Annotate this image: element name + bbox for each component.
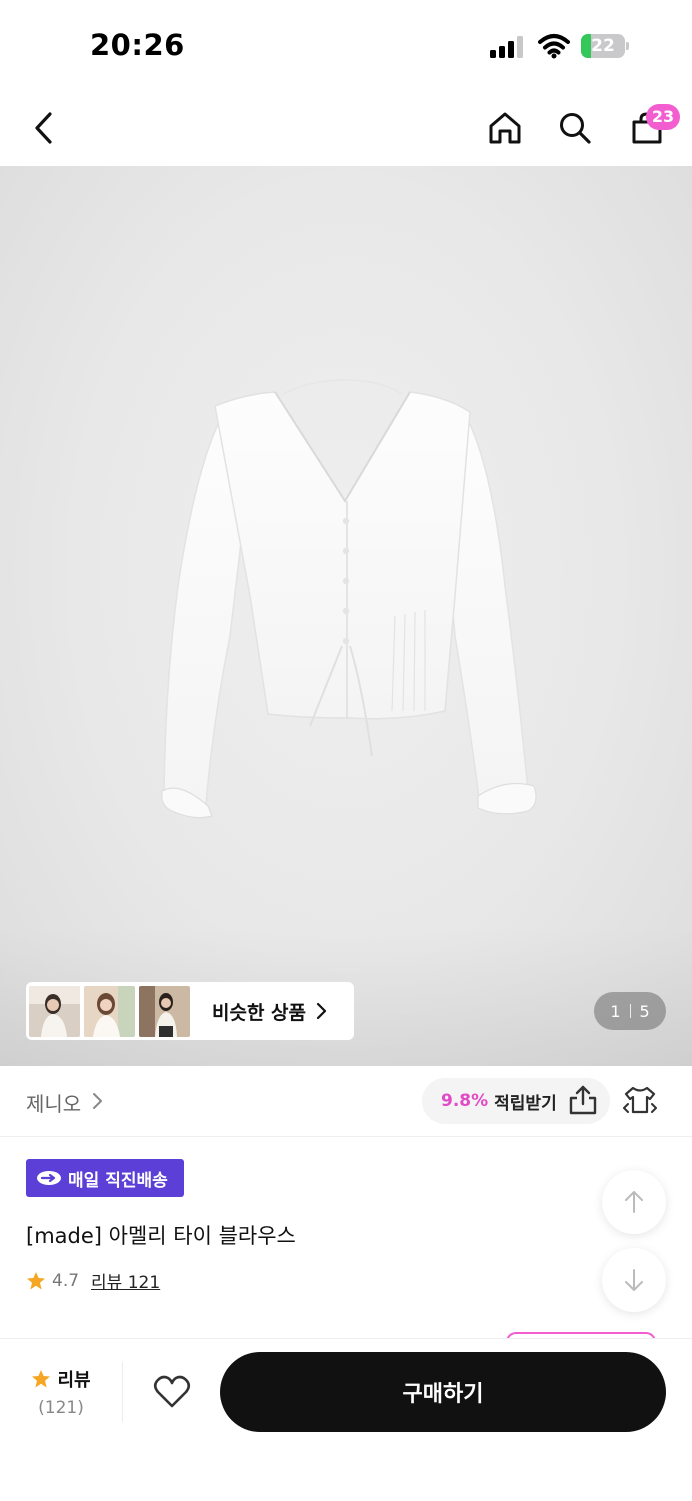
image-page-indicator: 1 5 bbox=[594, 992, 666, 1030]
chevron-right-icon bbox=[316, 1002, 327, 1020]
heart-icon bbox=[153, 1375, 191, 1408]
page-total: 5 bbox=[639, 1001, 650, 1021]
status-time: 20:26 bbox=[90, 28, 185, 62]
product-image-gallery[interactable] bbox=[0, 166, 692, 1066]
chevron-left-icon bbox=[35, 112, 52, 144]
similar-products-button[interactable]: 비슷한 상품 bbox=[26, 982, 354, 1040]
daily-direct-delivery-badge: 매일 직진배송 bbox=[26, 1159, 184, 1197]
product-title: [made] 아멜리 타이 블라우스 bbox=[26, 1224, 296, 1248]
cart-count-badge: 23 bbox=[646, 104, 680, 130]
scroll-up-button[interactable] bbox=[602, 1170, 666, 1234]
wifi-icon bbox=[538, 34, 570, 59]
outfit-hanger-icon[interactable] bbox=[622, 1084, 658, 1116]
points-label: 적립받기 bbox=[494, 1093, 557, 1114]
similar-product-thumbnail bbox=[84, 985, 135, 1037]
review-summary-button[interactable]: 리뷰 (121) bbox=[20, 1366, 102, 1418]
rating-value: 4.7 bbox=[52, 1270, 80, 1291]
similar-product-thumbnail bbox=[139, 985, 190, 1037]
review-summary-label: 리뷰 bbox=[57, 1370, 91, 1391]
home-button[interactable] bbox=[477, 100, 533, 156]
review-summary-count: (121) bbox=[38, 1398, 84, 1418]
status-bar: 20:26 22 bbox=[0, 0, 692, 92]
wishlist-button[interactable] bbox=[148, 1368, 196, 1416]
arrow-down-icon bbox=[625, 1269, 643, 1291]
star-icon bbox=[32, 1370, 51, 1388]
home-icon bbox=[489, 112, 521, 144]
share-icon[interactable] bbox=[568, 1084, 598, 1116]
points-rate: 9.8% bbox=[441, 1091, 489, 1111]
chevron-right-icon[interactable] bbox=[92, 1092, 104, 1110]
arrow-up-icon bbox=[625, 1191, 643, 1213]
back-button[interactable] bbox=[16, 100, 72, 156]
top-navigation bbox=[0, 92, 692, 166]
search-button[interactable] bbox=[547, 100, 603, 156]
search-icon bbox=[560, 113, 591, 144]
rating-row: 4.7 리뷰 121 bbox=[26, 1268, 160, 1293]
divider bbox=[122, 1362, 123, 1422]
cellular-signal-icon bbox=[490, 36, 523, 58]
page-current: 1 bbox=[610, 1001, 621, 1021]
review-count-link[interactable]: 리뷰 121 bbox=[91, 1268, 160, 1293]
delivery-logo-icon bbox=[37, 1171, 61, 1185]
brand-name-link[interactable]: 제니오 bbox=[26, 1088, 81, 1117]
star-icon bbox=[27, 1271, 45, 1289]
similar-products-label: 비슷한 상품 bbox=[212, 1001, 307, 1024]
battery-icon: 22 bbox=[581, 34, 629, 58]
battery-percent: 22 bbox=[591, 36, 615, 56]
similar-product-thumbnail bbox=[29, 985, 80, 1037]
delivery-badge-text: 매일 직진배송 bbox=[68, 1170, 168, 1191]
scroll-down-button[interactable] bbox=[602, 1248, 666, 1312]
buy-button[interactable]: 구매하기 bbox=[220, 1352, 666, 1432]
